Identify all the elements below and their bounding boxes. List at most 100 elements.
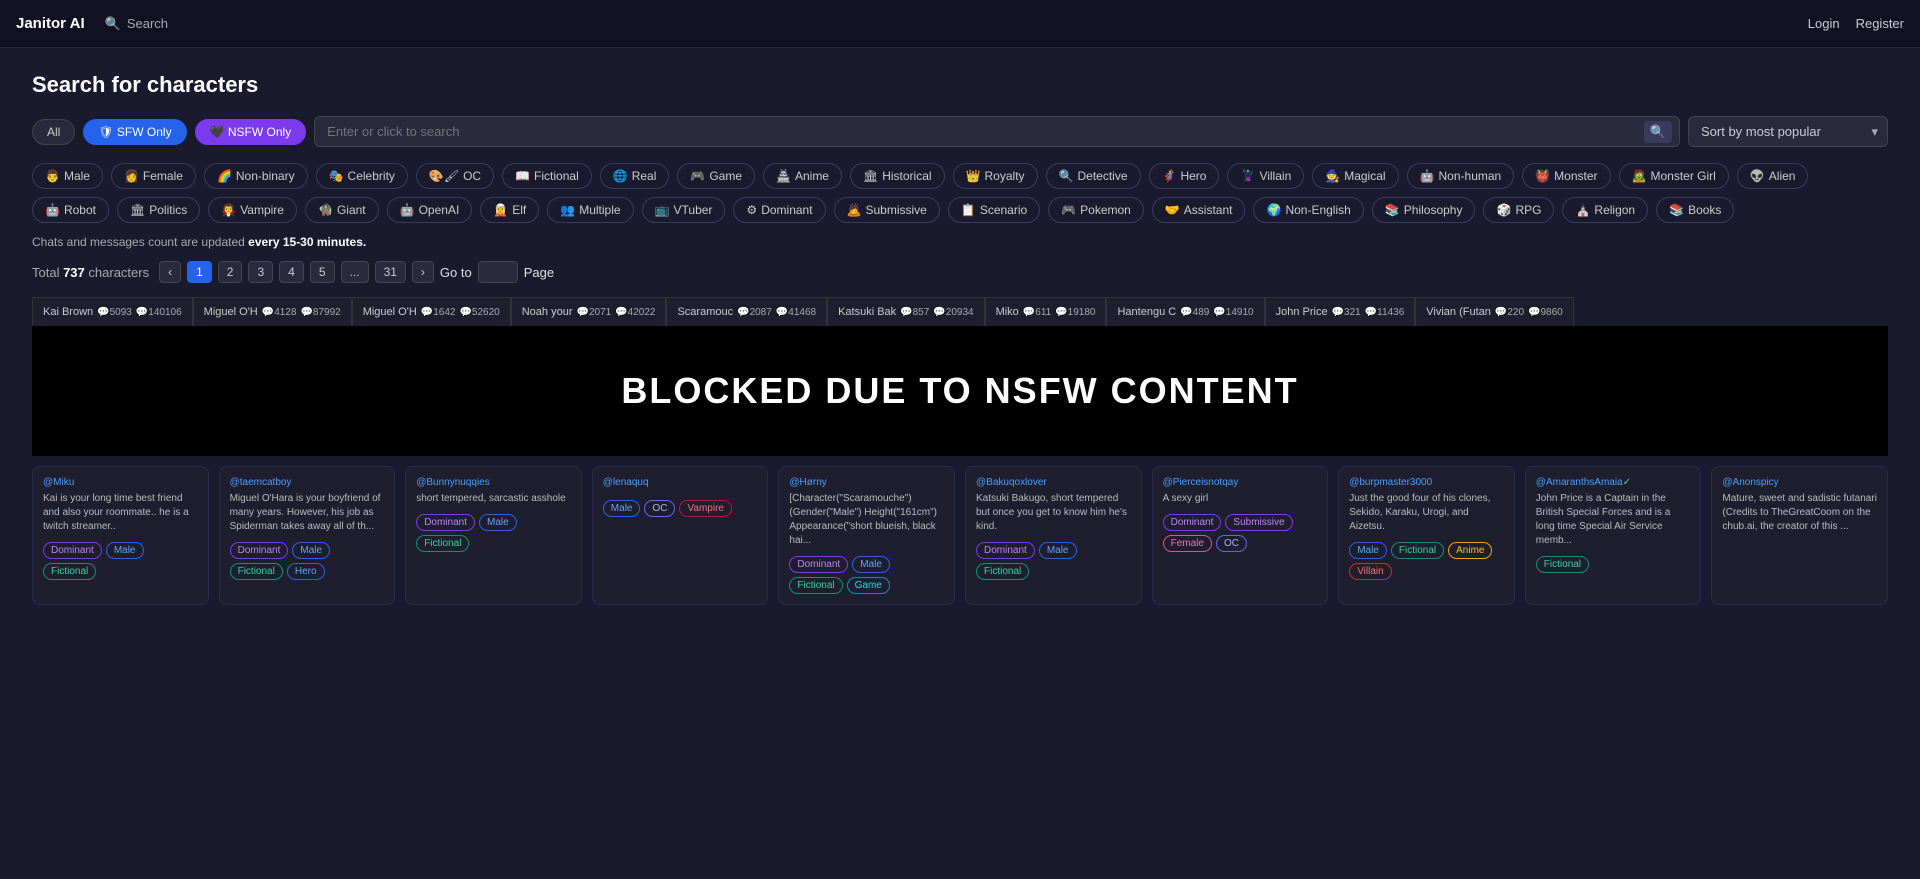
- tag-alien[interactable]: 👽Alien: [1737, 163, 1809, 189]
- tag-detective[interactable]: 🔍Detective: [1046, 163, 1141, 189]
- tag-rpg[interactable]: 🎲RPG: [1483, 197, 1554, 223]
- filter-nsfw-button[interactable]: 🖤 NSFW Only: [195, 119, 307, 145]
- tag-assistant[interactable]: 🤝Assistant: [1152, 197, 1246, 223]
- tag-religon[interactable]: ⛪Religon: [1562, 197, 1648, 223]
- tag-royalty[interactable]: 👑Royalty: [953, 163, 1038, 189]
- next-page-button[interactable]: ›: [412, 261, 434, 283]
- card-tag-male[interactable]: Male: [1349, 542, 1387, 559]
- tag-nonbinary[interactable]: 🌈Non-binary: [204, 163, 308, 189]
- tag-dominant[interactable]: ⚙Dominant: [733, 197, 825, 223]
- card-tag-dominant[interactable]: Dominant: [43, 542, 102, 559]
- card-tag-dominant[interactable]: Dominant: [230, 542, 289, 559]
- char-tab-2[interactable]: Miguel O'H 💬1642 💬52620: [352, 297, 511, 326]
- char-tab-4[interactable]: Scaramouc 💬2087 💬41468: [666, 297, 827, 326]
- tag-giant[interactable]: 🧌Giant: [305, 197, 379, 223]
- char-tab-1[interactable]: Miguel O'H 💬4128 💬87992: [193, 297, 352, 326]
- card-tag-game[interactable]: Game: [847, 577, 890, 594]
- char-tab-9[interactable]: Vivian (Futan 💬220 💬9860: [1415, 297, 1573, 326]
- page-5-button[interactable]: 5: [310, 261, 335, 283]
- char-tab-0[interactable]: Kai Brown 💬5093 💬140106: [32, 297, 193, 326]
- card-tag-oc[interactable]: OC: [644, 500, 675, 517]
- nav-logo[interactable]: Janitor AI: [16, 15, 85, 32]
- tag-historical[interactable]: 🏛Historical: [850, 163, 945, 189]
- filter-sfw-button[interactable]: 🛡 SFW Only: [83, 119, 186, 145]
- tag-monstergirl[interactable]: 🧟Monster Girl: [1619, 163, 1729, 189]
- card-tag-fictional[interactable]: Fictional: [1536, 556, 1589, 573]
- card-tag-dominant[interactable]: Dominant: [416, 514, 475, 531]
- tag-multiple[interactable]: 👥Multiple: [547, 197, 633, 223]
- nav-search[interactable]: 🔍 Search: [105, 16, 168, 32]
- card-tag-dominant[interactable]: Dominant: [789, 556, 848, 573]
- card-tag-oc[interactable]: OC: [1216, 535, 1247, 552]
- card-tag-dominant[interactable]: Dominant: [976, 542, 1035, 559]
- page-31-button[interactable]: 31: [375, 261, 406, 283]
- tag-hero[interactable]: 🦸Hero: [1149, 163, 1220, 189]
- tag-vtuber[interactable]: 📺VTuber: [642, 197, 726, 223]
- card-tag-male[interactable]: Male: [852, 556, 890, 573]
- tag-robot[interactable]: 🤖Robot: [32, 197, 109, 223]
- tag-anime[interactable]: 🏯Anime: [763, 163, 842, 189]
- char-tab-6[interactable]: Miko 💬611 💬19180: [985, 297, 1107, 326]
- char-tab-3[interactable]: Noah your 💬2071 💬42022: [511, 297, 667, 326]
- tag-pokemon[interactable]: 🎮Pokemon: [1048, 197, 1144, 223]
- tag-celebrity[interactable]: 🎭Celebrity: [316, 163, 408, 189]
- search-submit-button[interactable]: 🔍: [1644, 121, 1672, 143]
- page-4-button[interactable]: 4: [279, 261, 304, 283]
- register-link[interactable]: Register: [1856, 16, 1904, 31]
- card-tag-fictional[interactable]: Fictional: [43, 563, 96, 580]
- card-5[interactable]: @Bakuqoxlover Katsuki Bakugo, short temp…: [965, 466, 1142, 605]
- tag-politics[interactable]: 🏛Politics: [117, 197, 200, 223]
- tag-oc[interactable]: 🎨🖌OC: [416, 163, 494, 189]
- card-tag-vampire[interactable]: Vampire: [679, 500, 732, 517]
- tag-monster[interactable]: 👹Monster: [1522, 163, 1610, 189]
- tag-elf[interactable]: 🧝Elf: [480, 197, 539, 223]
- char-tab-8[interactable]: John Price 💬321 💬11436: [1265, 297, 1416, 326]
- card-tag-male[interactable]: Male: [603, 500, 641, 517]
- login-link[interactable]: Login: [1808, 16, 1840, 31]
- card-2[interactable]: @Bunnynuqqies short tempered, sarcastic …: [405, 466, 582, 605]
- card-6[interactable]: @Pierceisnotqay A sexy girl DominantSubm…: [1152, 466, 1329, 605]
- card-1[interactable]: @taemcatboy Miguel O'Hara is your boyfri…: [219, 466, 396, 605]
- tag-scenario[interactable]: 📋Scenario: [948, 197, 1040, 223]
- tag-books[interactable]: 📚Books: [1656, 197, 1734, 223]
- tag-nonenglish[interactable]: 🌍Non-English: [1253, 197, 1363, 223]
- card-tag-male[interactable]: Male: [106, 542, 144, 559]
- card-7[interactable]: @burpmaster3000 Just the good four of hi…: [1338, 466, 1515, 605]
- card-tag-submissive[interactable]: Submissive: [1225, 514, 1292, 531]
- card-0[interactable]: @Miku Kai is your long time best friend …: [32, 466, 209, 605]
- tag-female[interactable]: 👩Female: [111, 163, 196, 189]
- card-3[interactable]: @lenaquq MaleOCVampire: [592, 466, 769, 605]
- card-tag-fictional[interactable]: Fictional: [230, 563, 283, 580]
- tag-vampire[interactable]: 🧛Vampire: [208, 197, 297, 223]
- filter-all-button[interactable]: All: [32, 119, 75, 145]
- card-tag-dominant[interactable]: Dominant: [1163, 514, 1222, 531]
- search-input[interactable]: [314, 116, 1680, 147]
- card-tag-male[interactable]: Male: [1039, 542, 1077, 559]
- card-tag-male[interactable]: Male: [292, 542, 330, 559]
- card-4[interactable]: @Hørny [Character("Scaramouche") (Gender…: [778, 466, 955, 605]
- goto-input[interactable]: [478, 261, 518, 283]
- tag-fictional[interactable]: 📖Fictional: [502, 163, 592, 189]
- card-tag-female[interactable]: Female: [1163, 535, 1212, 552]
- tag-openai[interactable]: 🤖OpenAI: [387, 197, 473, 223]
- card-tag-male[interactable]: Male: [479, 514, 517, 531]
- card-tag-fictional[interactable]: Fictional: [1391, 542, 1444, 559]
- tag-magical[interactable]: 🧙Magical: [1312, 163, 1398, 189]
- sort-select[interactable]: Sort by most popular: [1688, 116, 1888, 147]
- tag-nonhuman[interactable]: 🤖Non-human: [1407, 163, 1515, 189]
- card-9[interactable]: @Anonspicy Mature, sweet and sadistic fu…: [1711, 466, 1888, 605]
- prev-page-button[interactable]: ‹: [159, 261, 181, 283]
- card-8[interactable]: @AmaranthsAmaia✓ John Price is a Captain…: [1525, 466, 1702, 605]
- page-3-button[interactable]: 3: [248, 261, 273, 283]
- page-2-button[interactable]: 2: [218, 261, 243, 283]
- tag-male[interactable]: 👨Male: [32, 163, 103, 189]
- tag-villain[interactable]: 🦹Villain: [1227, 163, 1304, 189]
- card-tag-fictional[interactable]: Fictional: [789, 577, 842, 594]
- char-tab-5[interactable]: Katsuki Bak 💬857 💬20934: [827, 297, 985, 326]
- tag-submissive[interactable]: 🙇Submissive: [834, 197, 940, 223]
- card-tag-hero[interactable]: Hero: [287, 563, 325, 580]
- card-tag-fictional[interactable]: Fictional: [976, 563, 1029, 580]
- char-tab-7[interactable]: Hantengu C 💬489 💬14910: [1106, 297, 1264, 326]
- tag-philosophy[interactable]: 📚Philosophy: [1372, 197, 1476, 223]
- card-tag-fictional[interactable]: Fictional: [416, 535, 469, 552]
